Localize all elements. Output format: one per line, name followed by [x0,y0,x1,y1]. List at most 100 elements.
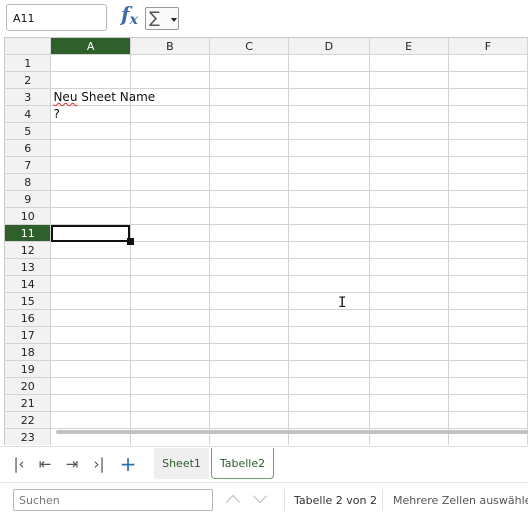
cell-a16[interactable] [50,309,131,327]
cell-b4[interactable] [130,105,210,123]
cell-f3[interactable] [448,88,528,106]
cell-a17[interactable] [50,326,131,344]
cell-c10[interactable] [209,207,290,225]
cell-a18[interactable] [50,343,131,361]
cell-d22[interactable] [288,411,370,429]
cell-e15[interactable] [369,292,449,310]
cell-d11[interactable] [288,224,370,242]
column-header-b[interactable]: B [130,37,210,55]
cell-b19[interactable] [130,360,210,378]
cell-a10[interactable] [50,207,131,225]
cell-e6[interactable] [369,139,449,157]
row-header-3[interactable]: 3 [4,88,52,106]
row-header-18[interactable]: 18 [4,343,52,361]
cell-f13[interactable] [448,258,528,276]
cell-f4[interactable] [448,105,528,123]
cell-e9[interactable] [369,190,449,208]
cell-e2[interactable] [369,71,449,89]
row-header-16[interactable]: 16 [4,309,52,327]
cell-b9[interactable] [130,190,210,208]
cell-e1[interactable] [369,54,449,72]
cell-d9[interactable] [288,190,370,208]
column-header-f[interactable]: F [448,37,528,55]
row-header-19[interactable]: 19 [4,360,52,378]
cell-c21[interactable] [209,394,290,412]
cell-c9[interactable] [209,190,290,208]
cell-a8[interactable] [50,173,131,191]
cell-b2[interactable] [130,71,210,89]
cell-b14[interactable] [130,275,210,293]
cell-e20[interactable] [369,377,449,395]
cell-a19[interactable] [50,360,131,378]
cell-c4[interactable] [209,105,290,123]
cell-a7[interactable] [50,156,131,174]
cell-c3[interactable] [209,88,290,106]
cell-d20[interactable] [288,377,370,395]
cell-c19[interactable] [209,360,290,378]
row-header-7[interactable]: 7 [4,156,52,174]
cell-d16[interactable] [288,309,370,327]
row-header-21[interactable]: 21 [4,394,52,412]
cell-a3[interactable]: Neu Sheet Name [50,88,155,106]
select-all-corner[interactable] [4,37,52,55]
cell-f8[interactable] [448,173,528,191]
row-header-4[interactable]: 4 [4,105,52,123]
cell-d17[interactable] [288,326,370,344]
cell-a12[interactable] [50,241,131,259]
cell-f20[interactable] [448,377,528,395]
row-header-6[interactable]: 6 [4,139,52,157]
row-header-10[interactable]: 10 [4,207,52,225]
next-sheet-icon[interactable]: ⇥ [61,453,83,475]
cell-b10[interactable] [130,207,210,225]
row-header-1[interactable]: 1 [4,54,52,72]
cell-a15[interactable] [50,292,131,310]
cell-a4[interactable]: ? [50,105,131,123]
cell-d15[interactable] [288,292,370,310]
row-header-13[interactable]: 13 [4,258,52,276]
sum-button[interactable]: ∑ [145,7,179,30]
cell-f15[interactable] [448,292,528,310]
column-header-c[interactable]: C [209,37,290,55]
cell-f2[interactable] [448,71,528,89]
cell-c13[interactable] [209,258,290,276]
cell-c14[interactable] [209,275,290,293]
cell-e17[interactable] [369,326,449,344]
cell-f22[interactable] [448,411,528,429]
cell-a13[interactable] [50,258,131,276]
cell-c20[interactable] [209,377,290,395]
cell-a9[interactable] [50,190,131,208]
cell-c11[interactable] [209,224,290,242]
cell-e14[interactable] [369,275,449,293]
cell-b5[interactable] [130,122,210,140]
cell-b7[interactable] [130,156,210,174]
cell-c18[interactable] [209,343,290,361]
row-header-23[interactable]: 23 [4,428,52,445]
cell-e12[interactable] [369,241,449,259]
cell-e4[interactable] [369,105,449,123]
row-header-17[interactable]: 17 [4,326,52,344]
cell-b22[interactable] [130,411,210,429]
cell-e18[interactable] [369,343,449,361]
cell-b13[interactable] [130,258,210,276]
cell-f10[interactable] [448,207,528,225]
row-header-2[interactable]: 2 [4,71,52,89]
cell-e10[interactable] [369,207,449,225]
find-previous-icon[interactable] [223,489,243,510]
horizontal-scrollbar[interactable] [56,430,528,434]
cell-e21[interactable] [369,394,449,412]
cell-a5[interactable] [50,122,131,140]
cell-c8[interactable] [209,173,290,191]
cell-a1[interactable] [50,54,131,72]
cell-e7[interactable] [369,156,449,174]
cell-f1[interactable] [448,54,528,72]
row-header-20[interactable]: 20 [4,377,52,395]
cell-d19[interactable] [288,360,370,378]
cell-e13[interactable] [369,258,449,276]
cell-c5[interactable] [209,122,290,140]
search-input[interactable] [13,489,213,511]
selection-mode-status[interactable]: Mehrere Zellen auswählen [393,494,528,507]
name-box[interactable]: A11 [6,4,107,31]
cell-b15[interactable] [130,292,210,310]
row-header-15[interactable]: 15 [4,292,52,310]
cell-d21[interactable] [288,394,370,412]
